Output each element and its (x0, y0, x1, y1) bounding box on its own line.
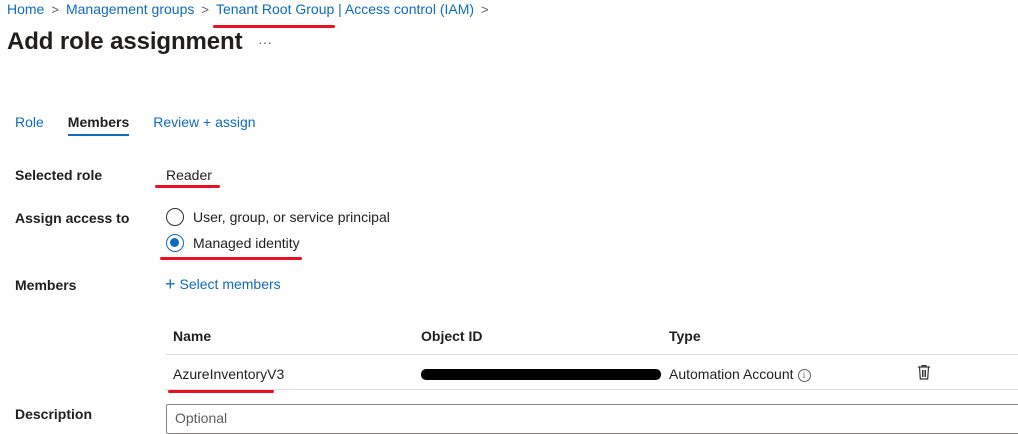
object-id-redacted (421, 369, 661, 380)
info-icon[interactable]: i (797, 369, 811, 382)
table-row-divider (166, 389, 1018, 390)
selected-role-label: Selected role (15, 167, 103, 183)
breadcrumb-tenant-root-group[interactable]: Tenant Root Group | Access control (IAM) (216, 1, 474, 17)
radio-user-group-sp[interactable]: User, group, or service principal (166, 208, 390, 226)
annotation-underline-role (155, 185, 220, 188)
description-label: Description (15, 406, 93, 422)
member-type-label: Automation Account (669, 366, 794, 382)
assign-access-label: Assign access to (15, 210, 130, 226)
annotation-underline-member (168, 390, 274, 393)
more-icon[interactable]: ··· (258, 34, 272, 50)
members-label: Members (15, 277, 77, 293)
tab-role[interactable]: Role (15, 114, 44, 136)
plus-icon: + (165, 274, 176, 294)
radio-unchecked-icon[interactable] (166, 208, 184, 226)
annotation-underline-managed-identity (160, 257, 302, 260)
tab-review-assign[interactable]: Review + assign (153, 114, 255, 136)
selected-role-value: Reader (166, 167, 212, 183)
radio-managed-identity[interactable]: Managed identity (166, 234, 300, 252)
chevron-right-icon: > (201, 1, 209, 17)
breadcrumb-management-groups[interactable]: Management groups (66, 1, 194, 17)
trash-icon[interactable] (917, 364, 931, 385)
description-input[interactable]: Optional (166, 404, 1018, 434)
chevron-right-icon: > (481, 1, 489, 17)
tab-strip: Role Members Review + assign (15, 114, 280, 136)
select-members-label: Select members (179, 276, 281, 292)
breadcrumb-home[interactable]: Home (7, 1, 44, 17)
member-name-cell: AzureInventoryV3 (173, 366, 285, 382)
column-header-object-id: Object ID (421, 328, 483, 344)
member-type-cell: Automation Account i (669, 366, 811, 382)
radio-managed-identity-label: Managed identity (193, 235, 300, 251)
tab-members[interactable]: Members (67, 114, 130, 136)
breadcrumb: Home > Management groups > Tenant Root G… (7, 1, 496, 17)
column-header-name: Name (173, 328, 212, 344)
page-title: Add role assignment (7, 28, 243, 55)
radio-checked-icon[interactable] (166, 234, 184, 252)
table-header-divider (166, 354, 1018, 355)
chevron-right-icon: > (51, 1, 59, 17)
select-members-link[interactable]: + Select members (165, 274, 281, 294)
radio-user-group-sp-label: User, group, or service principal (193, 209, 390, 225)
column-header-type: Type (669, 328, 701, 344)
